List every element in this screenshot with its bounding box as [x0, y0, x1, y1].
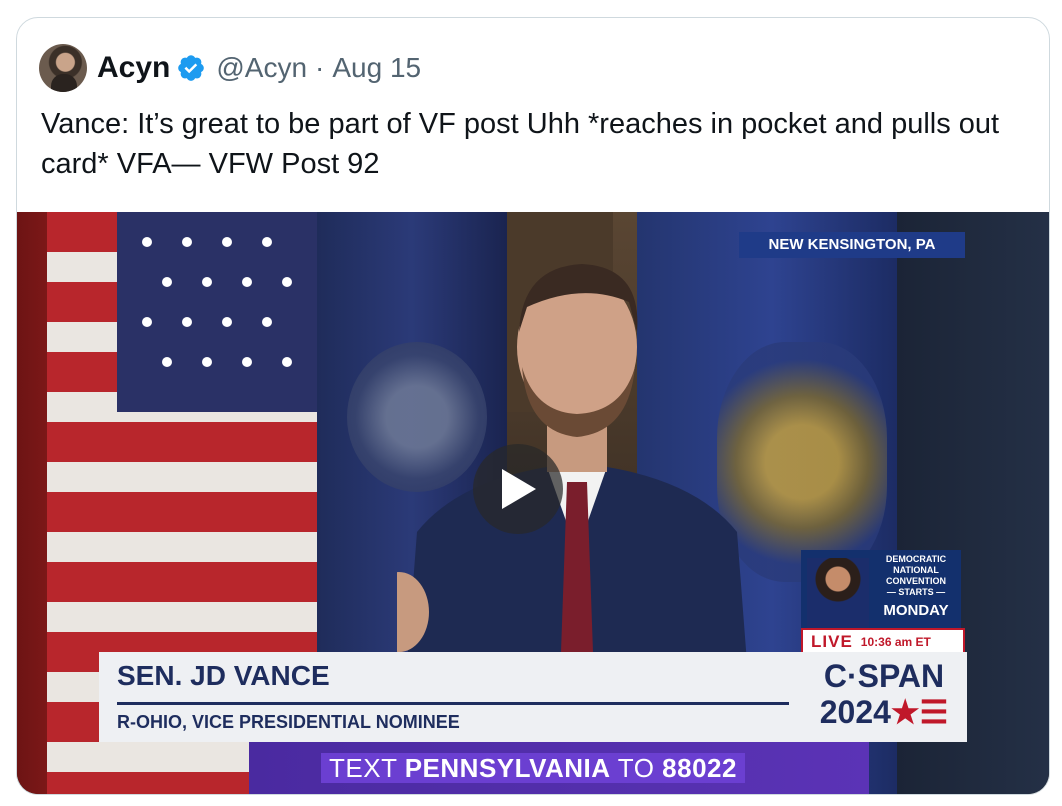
- dnc-day: MONDAY: [883, 602, 949, 619]
- live-label: LIVE: [811, 632, 853, 651]
- dnc-line-4: — STARTS —: [886, 587, 946, 597]
- text-banner: TEXT PENNSYLVANIA TO 88022: [249, 742, 869, 794]
- play-icon: [502, 469, 536, 509]
- lower-third: SEN. JD VANCE R-OHIO, VICE PRESIDENTIAL …: [99, 652, 967, 742]
- separator-dot: ·: [315, 52, 325, 83]
- verified-badge-icon: [178, 55, 205, 81]
- dnc-line-1: DEMOCRATIC: [885, 554, 947, 564]
- cspan-logo: C·SPAN 2024★☰: [809, 658, 959, 730]
- dnc-promo: DEMOCRATIC NATIONAL CONVENTION — STARTS …: [801, 550, 961, 628]
- location-label: NEW KENSINGTON, PA: [739, 232, 965, 258]
- dnc-promo-text: DEMOCRATIC NATIONAL CONVENTION — STARTS …: [871, 554, 961, 598]
- speaker-title: R-OHIO, VICE PRESIDENTIAL NOMINEE: [117, 712, 460, 732]
- tweet-text: Vance: It’s great to be part of VF post …: [41, 108, 1000, 180]
- dnc-line-2: NATIONAL: [893, 565, 939, 575]
- tweet-date[interactable]: Aug 15: [332, 52, 421, 84]
- dnc-speaker-photo: [807, 558, 869, 628]
- banner-number: 88022: [662, 753, 737, 783]
- author-name[interactable]: Acyn: [97, 51, 170, 85]
- banner-middle: TO: [610, 753, 663, 783]
- cspan-mark: ★☰: [890, 694, 949, 730]
- tweet-header: Acyn @Acyn · Aug 15: [39, 40, 421, 96]
- dnc-line-3: CONVENTION: [885, 576, 946, 586]
- live-time: 10:36 am ET: [860, 635, 931, 649]
- author-handle[interactable]: @Acyn: [216, 52, 307, 84]
- tweet-card[interactable]: Acyn @Acyn · Aug 15 Vance: It’s great to…: [16, 17, 1050, 795]
- speaker-name: SEN. JD VANCE: [117, 660, 330, 691]
- banner-keyword: PENNSYLVANIA: [404, 753, 611, 783]
- lower-third-divider: [117, 702, 789, 705]
- play-button[interactable]: [473, 444, 563, 534]
- banner-prefix: TEXT: [329, 753, 405, 783]
- banner-text: TEXT PENNSYLVANIA TO 88022: [321, 753, 745, 783]
- avatar[interactable]: [39, 44, 87, 92]
- video-player[interactable]: NEW KENSINGTON, PA DEMOCRATIC NATIONAL C…: [17, 212, 1049, 794]
- cspan-year: 2024: [819, 694, 891, 730]
- cspan-name: C·SPAN: [823, 658, 945, 694]
